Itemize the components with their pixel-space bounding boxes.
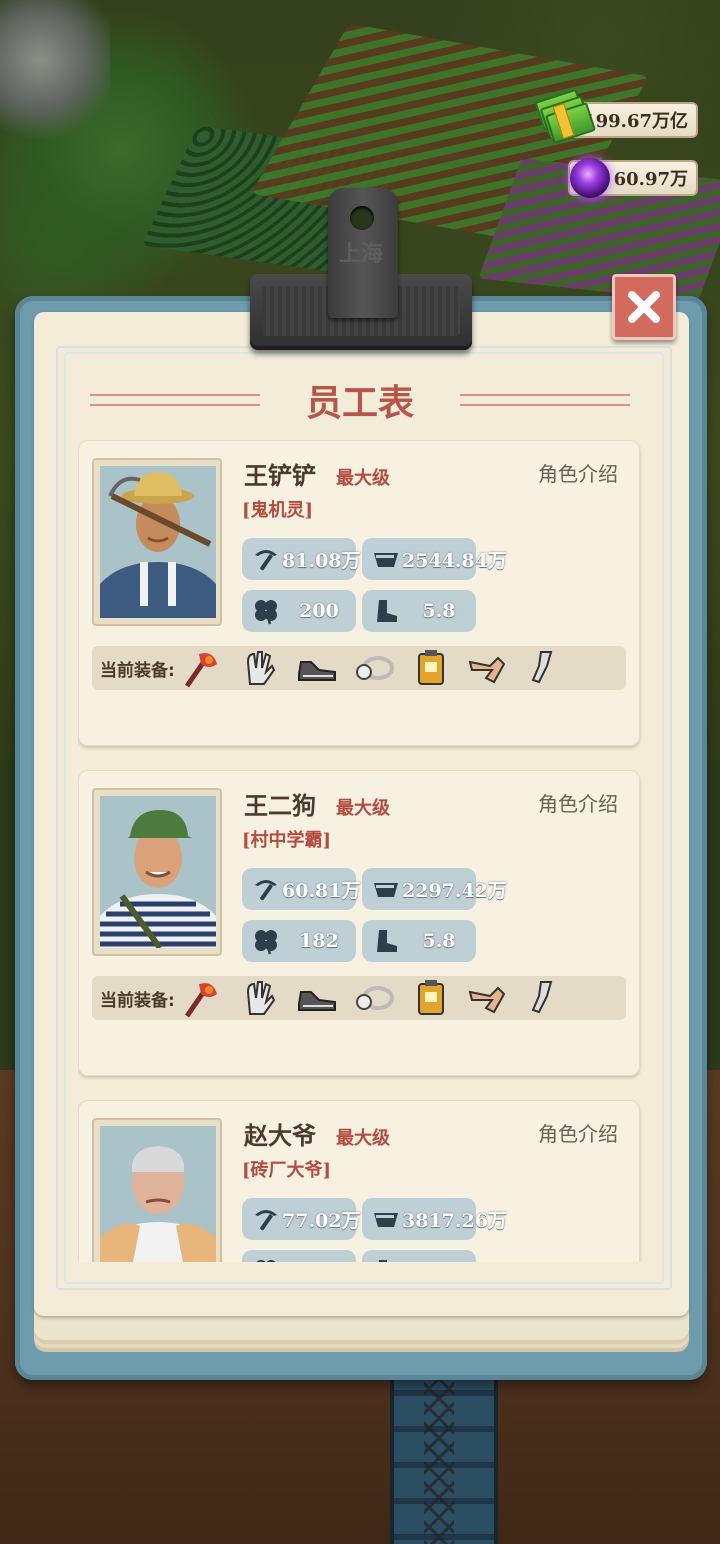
old-man-portrait-icon [100, 1126, 216, 1262]
axe-icon[interactable] [183, 648, 223, 688]
employee-card[interactable]: 赵大爷 最大级 [砖厂大爷] 角色介绍 77.02万 3817.26万 [78, 1100, 640, 1262]
mining-power-stat: 60.81万 [242, 868, 361, 910]
speed-stat: 5.8 [362, 920, 476, 962]
arm-guard-icon[interactable] [468, 648, 508, 688]
mining-power-value: 81.08万 [282, 549, 361, 572]
employee-portrait [92, 458, 222, 626]
equipment-label: 当前装备: [100, 990, 175, 1011]
title-ornament-right [460, 394, 630, 406]
minecart-icon [374, 1213, 398, 1227]
shoes-icon[interactable] [297, 978, 337, 1018]
employee-trait: [鬼机灵] [242, 500, 314, 521]
minecart-icon [374, 553, 398, 567]
cart-capacity-value: 2544.84万 [402, 549, 507, 572]
clover-icon [256, 1260, 276, 1262]
boot-icon [378, 1260, 387, 1262]
student-portrait-icon [100, 796, 216, 948]
purple-orb-icon [570, 158, 610, 198]
axe-icon[interactable] [183, 978, 223, 1018]
close-button[interactable] [612, 274, 676, 340]
pickaxe-icon [255, 1210, 277, 1231]
mine-shaft-tower [390, 1360, 498, 1544]
luck-stat: 200 [242, 590, 356, 632]
clip-hole [350, 206, 374, 230]
character-intro-link[interactable]: 角色介绍 [538, 788, 618, 817]
mining-power-value: 77.02万 [282, 1209, 361, 1232]
equipment-bar: 当前装备: [92, 646, 626, 690]
headlamp-icon[interactable] [354, 978, 394, 1018]
equipment-label: 当前装备: [100, 660, 175, 681]
speed-value: 5.8 [422, 930, 456, 952]
shoes-icon[interactable] [297, 648, 337, 688]
rock [0, 0, 110, 140]
employee-card[interactable]: 王二狗 最大级 [村中学霸] 角色介绍 60.81万 2297.42万 182 … [78, 770, 640, 1076]
employee-level: 最大级 [336, 798, 390, 819]
gloves-icon[interactable] [240, 978, 280, 1018]
employee-name: 赵大爷 [244, 1121, 316, 1150]
minecart-icon [374, 883, 398, 897]
leg-brace-icon[interactable] [525, 978, 565, 1018]
arm-guard-icon[interactable] [468, 978, 508, 1018]
money-value: 199.67万亿 [583, 111, 688, 132]
employee-list[interactable]: 王铲铲 最大级 [鬼机灵] 角色介绍 81.08万 2544.84万 200 5… [78, 440, 644, 1262]
battery-pack-icon[interactable] [411, 978, 451, 1018]
cart-capacity-stat: 2297.42万 [362, 868, 507, 910]
employee-card[interactable]: 王铲铲 最大级 [鬼机灵] 角色介绍 81.08万 2544.84万 200 5… [78, 440, 640, 746]
clip-label: 上海 [338, 241, 383, 267]
clover-icon [255, 930, 277, 955]
employee-portrait [92, 1118, 222, 1262]
cart-capacity-stat: 2544.84万 [362, 538, 507, 580]
speed-stat [362, 1250, 476, 1262]
employee-level: 最大级 [336, 468, 390, 489]
close-icon [628, 291, 660, 323]
mining-power-stat: 77.02万 [242, 1198, 361, 1240]
gem-value: 60.97万 [613, 169, 688, 190]
boot-icon [377, 930, 397, 952]
luck-value: 182 [299, 930, 339, 952]
equipment-bar: 当前装备: [92, 976, 626, 1020]
employee-trait: [村中学霸] [242, 830, 332, 851]
mining-power-stat: 81.08万 [242, 538, 361, 580]
speed-stat: 5.8 [362, 590, 476, 632]
employee-name: 王铲铲 [244, 461, 316, 490]
boot-icon [377, 600, 397, 622]
battery-pack-icon[interactable] [411, 648, 451, 688]
speed-value: 5.8 [422, 600, 456, 622]
luck-stat: 182 [242, 920, 356, 962]
employee-portrait [92, 788, 222, 956]
leg-brace-icon[interactable] [525, 648, 565, 688]
employee-trait: [砖厂大爷] [242, 1160, 332, 1181]
mining-power-value: 60.81万 [282, 879, 361, 902]
headlamp-icon[interactable] [354, 648, 394, 688]
clover-icon [255, 600, 277, 625]
pickaxe-icon [255, 550, 277, 571]
luck-value: 200 [299, 600, 339, 622]
miner-portrait-icon [100, 466, 216, 618]
panel-header: 员工表 [90, 366, 630, 426]
cart-capacity-stat: 3817.26万 [362, 1198, 507, 1240]
employee-level: 最大级 [336, 1128, 390, 1149]
character-intro-link[interactable]: 角色介绍 [538, 458, 618, 487]
pickaxe-icon [255, 880, 277, 901]
cart-capacity-value: 3817.26万 [402, 1209, 507, 1232]
gloves-icon[interactable] [240, 648, 280, 688]
employee-name: 王二狗 [244, 791, 316, 820]
character-intro-link[interactable]: 角色介绍 [538, 1118, 618, 1147]
cart-capacity-value: 2297.42万 [402, 879, 507, 902]
luck-stat [242, 1250, 356, 1262]
